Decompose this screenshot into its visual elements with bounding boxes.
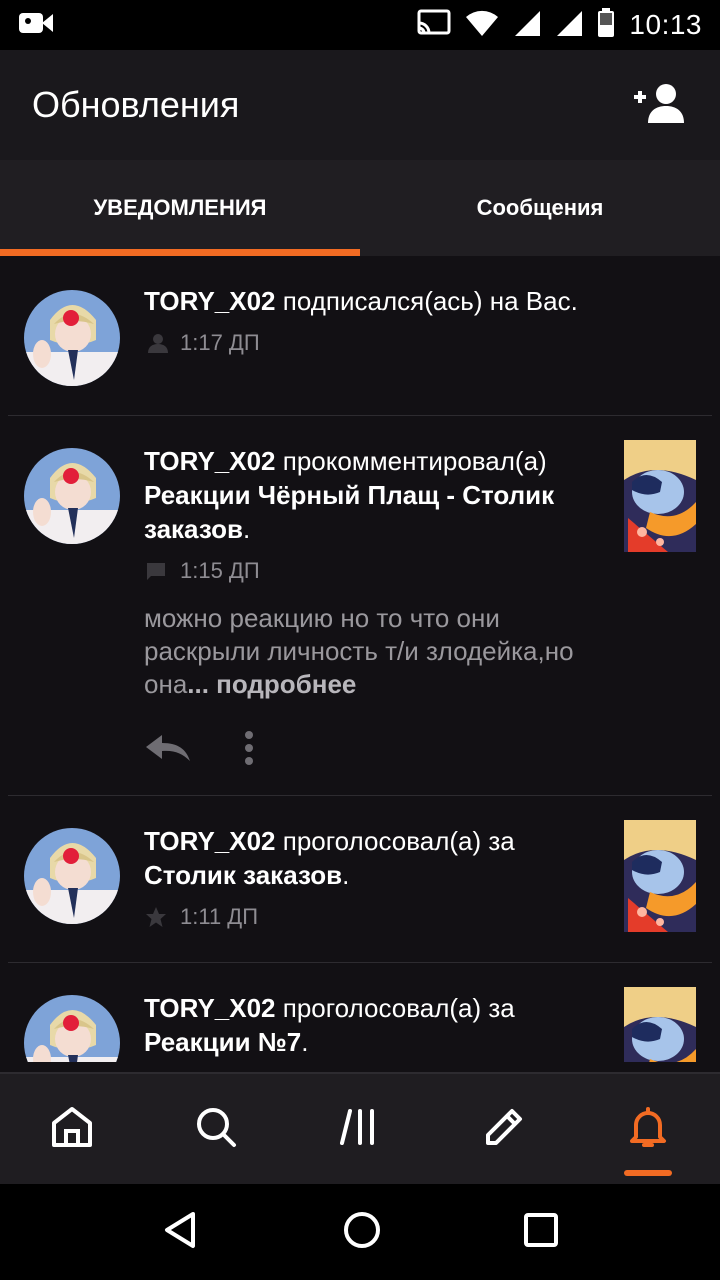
notifications-icon <box>626 1105 670 1154</box>
notification-meta: 1:11 ДП <box>144 904 594 930</box>
tab-label: УВЕДОМЛЕНИЯ <box>93 195 267 220</box>
story-cover[interactable] <box>624 820 696 932</box>
headline-suffix: . <box>301 1027 309 1057</box>
story-cover[interactable] <box>624 987 696 1062</box>
username[interactable]: TORY_X02 <box>144 286 276 316</box>
video-camera-icon <box>18 10 54 41</box>
action-text: проголосовал(а) за <box>275 993 515 1023</box>
comment-ellipsis: ... <box>187 669 209 699</box>
nav-search[interactable] <box>144 1074 288 1184</box>
story-link[interactable]: Реакции №7 <box>144 1027 301 1057</box>
avatar[interactable] <box>24 828 120 924</box>
nav-library[interactable] <box>288 1074 432 1184</box>
tab-messages[interactable]: Сообщения <box>360 160 720 256</box>
app-bar: Обновления <box>0 50 720 160</box>
comment-icon <box>144 559 168 583</box>
follower-icon <box>144 331 168 355</box>
wifi-icon <box>465 9 499 42</box>
notification-headline: TORY_X02 подписался(ась) на Вас. <box>144 284 594 318</box>
timestamp: 1:11 ДП <box>180 904 259 929</box>
add-user-icon <box>630 81 686 130</box>
status-bar: 10:13 <box>0 0 720 50</box>
comment-preview[interactable]: можно реакцию но то что они раскрыли лич… <box>144 602 594 701</box>
signal-icon <box>555 9 583 42</box>
avatar[interactable] <box>24 290 120 386</box>
add-user-button[interactable] <box>628 75 688 135</box>
bottom-navigation <box>0 1072 720 1184</box>
nav-home[interactable] <box>0 1074 144 1184</box>
recents-icon[interactable] <box>523 1212 559 1253</box>
story-cover[interactable] <box>624 440 696 552</box>
headline-suffix: . <box>342 860 350 890</box>
nav-write[interactable] <box>432 1074 576 1184</box>
comment-actions <box>144 731 594 770</box>
notification-headline: TORY_X02 проголосовал(а) за Реакции №7. <box>144 991 594 1059</box>
notification-item[interactable]: TORY_X02 проголосовал(а) за Реакции №7. <box>0 963 720 1062</box>
signal-icon <box>513 9 541 42</box>
headline-suffix: . <box>242 514 251 544</box>
story-link[interactable]: Реакции Чёрный Плащ - Столик заказов <box>144 480 554 544</box>
username[interactable]: TORY_X02 <box>144 446 276 476</box>
notification-headline: TORY_X02 прокомментировал(а) Реакции Чёр… <box>144 444 594 546</box>
tab-notifications[interactable]: УВЕДОМЛЕНИЯ <box>0 160 360 256</box>
reply-icon[interactable] <box>144 733 192 768</box>
username[interactable]: TORY_X02 <box>144 826 276 856</box>
avatar[interactable] <box>24 448 120 544</box>
action-text: подписался(ась) на Вас. <box>275 286 578 316</box>
write-icon <box>482 1105 526 1154</box>
action-text: прокомментировал(а) <box>275 446 547 476</box>
tab-bar: УВЕДОМЛЕНИЯ Сообщения <box>0 160 720 256</box>
username[interactable]: TORY_X02 <box>144 993 276 1023</box>
battery-icon <box>597 7 615 43</box>
notification-feed[interactable]: TORY_X02 подписался(ась) на Вас. 1:17 ДП <box>0 256 720 1062</box>
home-circle-icon[interactable] <box>342 1210 382 1255</box>
notification-item[interactable]: TORY_X02 прокомментировал(а) Реакции Чёр… <box>0 416 720 796</box>
read-more-link[interactable]: подробнее <box>209 669 356 699</box>
notification-item[interactable]: TORY_X02 проголосовал(а) за Столик заказ… <box>0 796 720 963</box>
tab-label: Сообщения <box>476 195 604 220</box>
star-icon <box>144 905 168 929</box>
cast-icon <box>417 9 451 42</box>
home-icon <box>50 1105 94 1154</box>
action-text: проголосовал(а) за <box>275 826 515 856</box>
notification-headline: TORY_X02 проголосовал(а) за Столик заказ… <box>144 824 594 892</box>
timestamp: 1:15 ДП <box>180 558 260 583</box>
nav-notifications[interactable] <box>576 1074 720 1184</box>
notification-item[interactable]: TORY_X02 подписался(ась) на Вас. 1:17 ДП <box>0 256 720 416</box>
timestamp: 1:17 ДП <box>180 330 260 355</box>
notification-meta: 1:15 ДП <box>144 558 594 584</box>
search-icon <box>194 1105 238 1154</box>
status-time: 10:13 <box>629 9 702 40</box>
story-link[interactable]: Столик заказов <box>144 860 342 890</box>
avatar[interactable] <box>24 995 120 1062</box>
more-options-icon[interactable] <box>244 731 254 770</box>
system-navigation-bar <box>0 1184 720 1280</box>
notification-meta: 1:17 ДП <box>144 330 594 356</box>
page-title: Обновления <box>32 84 240 125</box>
library-icon <box>338 1105 382 1154</box>
back-icon[interactable] <box>161 1210 201 1255</box>
